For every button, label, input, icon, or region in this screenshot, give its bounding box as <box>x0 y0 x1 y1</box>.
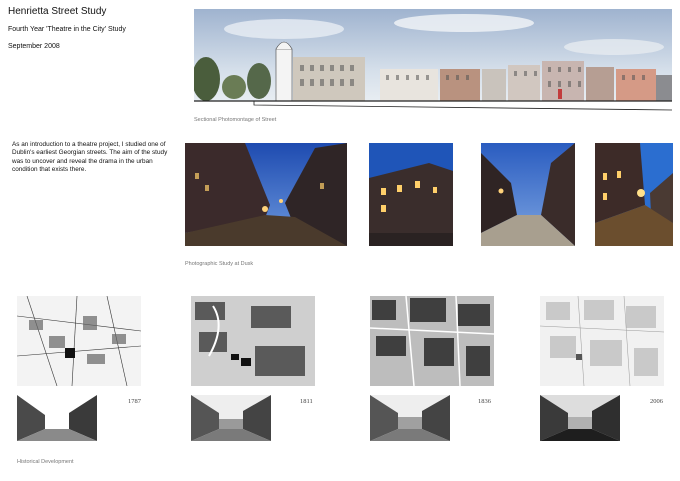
street-photomontage <box>194 9 672 111</box>
year-label-1811: 1811 <box>300 398 313 405</box>
dusk-photo-4 <box>595 143 673 246</box>
project-subtitle: Fourth Year 'Theatre in the City' Study <box>8 26 126 33</box>
street-view-1811 <box>191 395 271 441</box>
dusk-photo-1 <box>185 143 347 246</box>
year-label-2006: 2006 <box>650 398 663 405</box>
project-date: September 2008 <box>8 43 60 50</box>
dusk-study-caption: Photographic Study at Dusk <box>185 261 254 267</box>
historical-map-1811 <box>191 296 315 386</box>
year-label-1787: 1787 <box>128 398 141 405</box>
historical-map-1836 <box>370 296 494 386</box>
dusk-photo-2 <box>369 143 453 246</box>
street-view-1836 <box>370 395 450 441</box>
year-label-1836: 1836 <box>478 398 491 405</box>
street-view-2006 <box>540 395 620 441</box>
historical-map-1787 <box>17 296 141 386</box>
historical-map-2006 <box>540 296 664 386</box>
intro-paragraph: As an introduction to a theatre project,… <box>12 141 168 173</box>
page-title: Henrietta Street Study <box>8 6 107 17</box>
street-view-1787 <box>17 395 97 441</box>
dusk-photo-3 <box>481 143 575 246</box>
historical-caption: Historical Development <box>17 459 74 465</box>
street-section-caption: Sectional Photomontage of Street <box>194 117 277 123</box>
